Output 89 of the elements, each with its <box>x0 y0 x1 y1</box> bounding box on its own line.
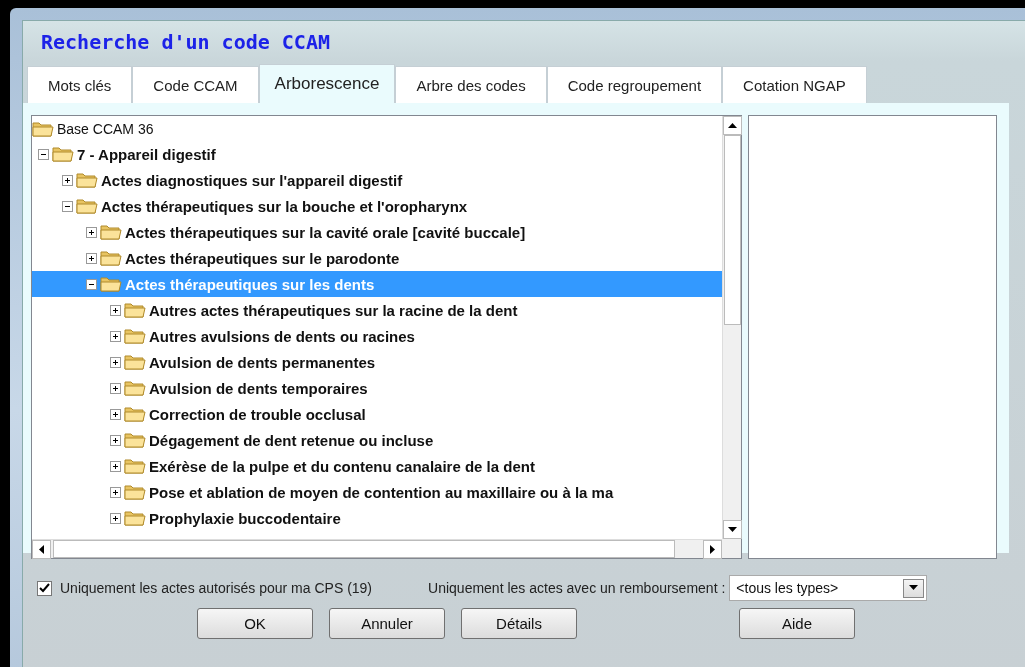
vertical-scrollbar[interactable] <box>722 116 741 539</box>
tree-row[interactable]: Actes thérapeutiques sur la bouche et l'oropharynx <box>32 193 722 219</box>
checkbox-label: Uniquement les actes autorisés pour ma CPS (19) <box>60 580 373 596</box>
dialog-button[interactable]: OK <box>197 608 313 639</box>
tree-label: Dégagement de dent retenue ou incluse <box>149 431 434 449</box>
folder-icon <box>52 145 74 163</box>
expand-icon[interactable] <box>86 252 97 264</box>
scroll-thumb[interactable] <box>723 135 741 325</box>
tree-label: Avulsion de dents temporaires <box>149 379 368 397</box>
tree-row[interactable]: Avulsion de dents temporaires <box>32 375 722 401</box>
tree-row[interactable]: Correction de trouble occlusal <box>32 401 722 427</box>
tree-label: Pose et ablation de moyen de contention au maxillaire ou à la ma <box>149 483 614 501</box>
tree-row[interactable]: Actes thérapeutiques sur la cavité orale [cavité buccale] <box>32 219 722 245</box>
expand-icon[interactable] <box>110 434 121 446</box>
scroll-right-button[interactable] <box>703 540 722 559</box>
dialog-button[interactable]: Aide <box>739 608 855 639</box>
expand-icon[interactable] <box>110 330 121 342</box>
tree-row[interactable]: Pose et ablation de moyen de contention au maxillaire ou à la ma <box>32 479 722 505</box>
tree-row[interactable]: Autres actes thérapeutiques sur la racine de la dent <box>32 297 722 323</box>
collapse-icon[interactable] <box>38 148 49 160</box>
expand-icon[interactable] <box>110 382 121 394</box>
folder-icon <box>124 379 146 397</box>
folder-icon <box>124 457 146 475</box>
tree-label: Correction de trouble occlusal <box>149 405 366 423</box>
tree-row[interactable]: 7 - Appareil digestif <box>32 141 722 167</box>
tree-row[interactable]: Avulsion de dents permanentes <box>32 349 722 375</box>
folder-icon <box>100 275 122 293</box>
tree-label: Base CCAM 36 <box>57 121 154 137</box>
folder-icon <box>124 483 146 501</box>
window-title: Recherche d'un code CCAM <box>40 29 331 56</box>
scroll-down-button[interactable] <box>723 520 742 539</box>
folder-icon <box>124 405 146 423</box>
expand-icon[interactable] <box>110 486 121 498</box>
tree-label: Actes diagnostiques sur l'appareil digestif <box>101 171 403 189</box>
tree-row[interactable]: Dégagement de dent retenue ou incluse <box>32 427 722 453</box>
folder-icon <box>100 249 122 267</box>
tab[interactable]: Code CCAM <box>132 66 259 103</box>
dropdown-arrow-icon <box>909 585 919 591</box>
folder-icon <box>124 301 146 319</box>
scrollbar-corner <box>722 539 741 558</box>
folder-icon <box>76 171 98 189</box>
tree-row[interactable]: Exérèse de la pulpe et du contenu canalaire de la dent <box>32 453 722 479</box>
tree-label: 7 - Appareil digestif <box>77 145 216 163</box>
expand-icon[interactable] <box>110 356 121 368</box>
folder-icon <box>124 353 146 371</box>
tree-label: Actes thérapeutiques sur les dents <box>125 275 375 293</box>
collapse-icon[interactable] <box>86 278 97 290</box>
up-triangle-icon <box>728 121 737 130</box>
tab[interactable]: Cotation NGAP <box>722 66 867 103</box>
tree-row[interactable]: Prophylaxie buccodentaire <box>32 505 722 531</box>
tree-label: Avulsion de dents permanentes <box>149 353 376 371</box>
tree-row[interactable]: Actes thérapeutiques sur le parodonte <box>32 245 722 271</box>
collapse-icon[interactable] <box>62 200 73 212</box>
scroll-up-button[interactable] <box>723 116 742 135</box>
left-triangle-icon <box>37 545 46 554</box>
expand-icon[interactable] <box>110 512 121 524</box>
tree-row[interactable]: Autres avulsions de dents ou racines <box>32 323 722 349</box>
expand-icon[interactable] <box>86 226 97 238</box>
tree-row[interactable]: Actes diagnostiques sur l'appareil digestif <box>32 167 722 193</box>
tree-label: Actes thérapeutiques sur la cavité orale [cavité buccale] <box>125 223 526 241</box>
tab[interactable]: Arborescence <box>258 64 396 103</box>
expand-icon[interactable] <box>110 460 121 472</box>
tab[interactable]: Arbre des codes <box>395 66 547 103</box>
expand-icon[interactable] <box>110 304 121 316</box>
down-triangle-icon <box>728 525 737 534</box>
tree-label: Actes thérapeutiques sur la bouche et l'oropharynx <box>101 197 468 215</box>
dialog-button[interactable]: Détails <box>461 608 577 639</box>
refund-filter-label: Uniquement les actes avec un remboursement : <box>428 580 726 596</box>
folder-icon <box>32 120 54 138</box>
tree-label: Exérèse de la pulpe et du contenu canalaire de la dent <box>149 457 535 475</box>
tab[interactable]: Mots clés <box>27 66 133 103</box>
folder-icon <box>124 431 146 449</box>
expand-icon[interactable] <box>62 174 73 186</box>
checkbox[interactable] <box>37 580 52 596</box>
checkmark-icon <box>39 583 50 593</box>
right-triangle-icon <box>708 545 717 554</box>
tree-label: Prophylaxie buccodentaire <box>149 509 341 527</box>
tree-label: Autres actes thérapeutiques sur la racine de la dent <box>149 301 518 319</box>
tree-label: Autres avulsions de dents ou racines <box>149 327 415 345</box>
folder-icon <box>100 223 122 241</box>
expand-icon[interactable] <box>110 408 121 420</box>
folder-icon <box>124 509 146 527</box>
folder-icon <box>124 327 146 345</box>
tab[interactable]: Code regroupement <box>546 66 723 103</box>
tree-label: Actes thérapeutiques sur le parodonte <box>125 249 400 267</box>
folder-icon <box>76 197 98 215</box>
refund-type-dropdown[interactable]: <tous les types> <box>729 575 928 601</box>
scroll-left-button[interactable] <box>32 540 51 559</box>
dialog-button[interactable]: Annuler <box>329 608 445 639</box>
